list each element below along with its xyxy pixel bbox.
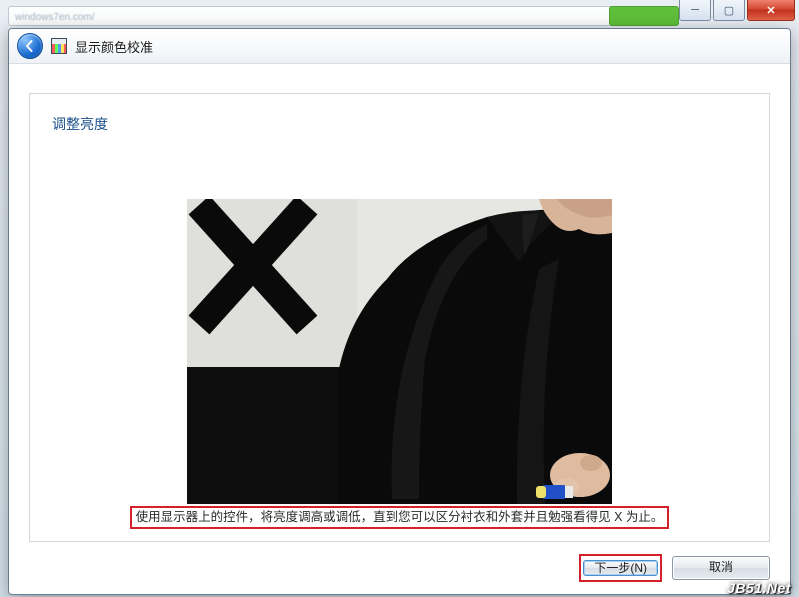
step-heading: 调整亮度 — [52, 114, 747, 134]
background-address-bar: windows7en.com/ — [8, 6, 679, 26]
display-color-calibration-window: 显示颜色校准 调整亮度 — [8, 28, 791, 595]
back-button[interactable] — [17, 33, 43, 59]
watermark: JB51.Net — [727, 580, 791, 596]
minimize-button[interactable]: ─ — [679, 0, 711, 21]
window-caption-buttons: ─ ▢ ✕ — [679, 0, 795, 21]
sample-photo-svg — [187, 199, 612, 504]
wizard-header: 显示颜色校准 — [9, 29, 790, 64]
brightness-sample-image — [187, 199, 612, 504]
wizard-footer: 下一步(N) 取消 — [29, 552, 770, 584]
calibration-icon — [51, 38, 67, 54]
instruction-text: 使用显示器上的控件，将亮度调高或调低，直到您可以区分衬衣和外套并且勉强看得见 X… — [130, 506, 670, 530]
wizard-body: 调整亮度 — [29, 93, 770, 542]
close-button[interactable]: ✕ — [747, 0, 795, 21]
cancel-button[interactable]: 取消 — [672, 556, 770, 580]
back-arrow-icon — [23, 39, 37, 53]
background-green-button — [609, 6, 679, 26]
next-button[interactable]: 下一步(N) — [583, 560, 658, 576]
maximize-button[interactable]: ▢ — [713, 0, 745, 21]
window-title: 显示颜色校准 — [75, 37, 153, 56]
instruction-highlight: 使用显示器上的控件，将亮度调高或调低，直到您可以区分衬衣和外套并且勉强看得见 X… — [118, 506, 681, 530]
address-snippet: windows7en.com/ — [9, 12, 94, 23]
next-button-highlight: 下一步(N) — [579, 554, 662, 582]
